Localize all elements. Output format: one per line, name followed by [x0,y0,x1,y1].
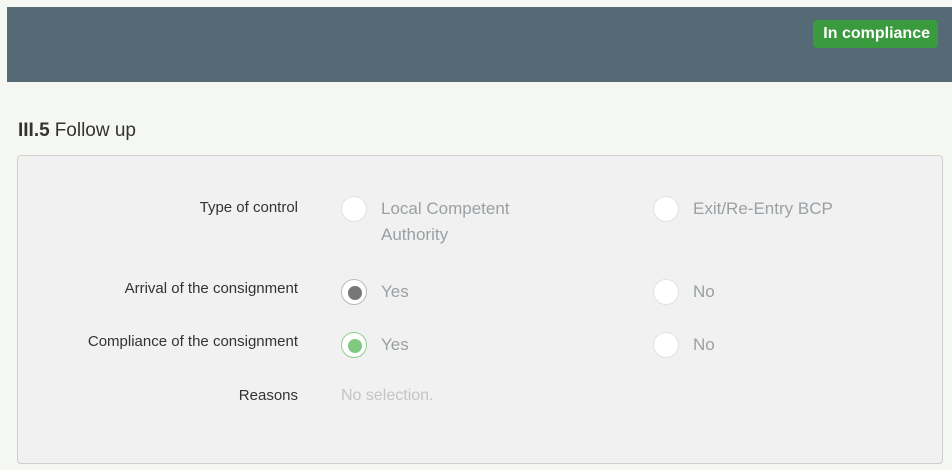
section-number: III.5 [18,120,50,141]
option-compliance-no[interactable]: No [693,332,715,358]
reasons-value: No selection. [341,387,434,404]
compliance-label: Compliance of the consignment [87,333,298,350]
type-of-control-label: Type of control [199,199,298,216]
radio-dot [348,339,362,353]
radio-compliance-yes[interactable] [341,332,367,358]
radio-arrival-no[interactable] [653,279,679,305]
radio-exit-reentry-bcp[interactable] [653,196,679,222]
option-local-competent-authority[interactable]: Local Competent Authority [381,196,561,248]
option-arrival-no[interactable]: No [693,279,715,305]
follow-up-panel: Type of control Local Competent Authorit… [17,155,943,464]
radio-arrival-yes[interactable] [341,279,367,305]
radio-dot [348,286,362,300]
section-title-text: Follow up [54,120,137,141]
option-exit-reentry-bcp[interactable]: Exit/Re-Entry BCP [693,196,833,222]
option-compliance-yes[interactable]: Yes [381,332,409,358]
status-badge: In compliance [813,20,938,48]
reasons-label: Reasons [238,387,298,404]
top-bar: In compliance [7,7,952,82]
radio-compliance-no[interactable] [653,332,679,358]
option-arrival-yes[interactable]: Yes [381,279,409,305]
section-title: III.5 Follow up [18,120,136,142]
radio-local-competent-authority[interactable] [341,196,367,222]
arrival-label: Arrival of the consignment [124,280,298,297]
